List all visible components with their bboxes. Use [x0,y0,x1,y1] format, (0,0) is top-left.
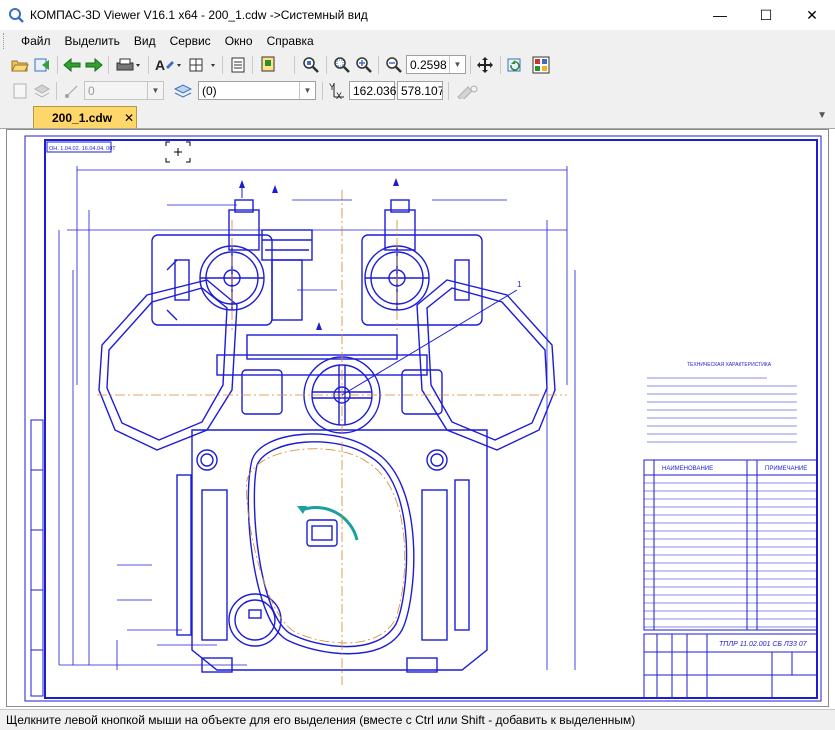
chevron-down-icon[interactable]: ▼ [449,56,465,73]
left-strip [30,419,44,697]
zoom-fit-icon[interactable] [300,55,322,75]
coord-y-field[interactable]: 578.1078 [397,81,443,100]
leader-label-1: 1 [517,280,522,289]
drawing-canvas[interactable]: ОН. 1.04.02. 16.04.04. 00Т 1 ТЕХНИЧЕСКАЯ… [6,129,829,707]
back-arrow-icon[interactable] [62,55,82,75]
outer-frame [24,135,822,702]
compressor-assembly [98,199,556,673]
chevron-down-icon: ▼ [147,82,163,99]
menu-grip [3,33,8,49]
current-state-toolbar: 0 ▼ (0) ▼ YX 162.036 578.1078 [0,78,835,104]
layer-number-value: 0 [88,83,95,98]
text-style-icon[interactable]: A [153,55,183,75]
properties-icon[interactable] [228,55,248,75]
menu-service[interactable]: Сервис [163,34,218,48]
title-bar: КОМПАС-3D Viewer V16.1 x64 - 200_1.cdw -… [0,0,835,30]
parts-header-name: НАИМЕНОВАНИЕ [662,466,713,472]
cursor-snap-icon [455,81,485,101]
parts-list-table [643,459,818,631]
pan-icon[interactable] [474,55,496,75]
sheet-icon [10,81,30,101]
corner-stamp-text: ОН. 1.04.02. 16.04.04. 00Т [49,146,116,152]
parts-rows [644,482,817,628]
tech-characteristics: ТЕХНИЧЕСКАЯ ХАРАКТЕРИСТИКА [647,362,797,443]
standard-toolbar: A 0.2598 ▼ [0,52,835,78]
layer-stack-icon [32,81,52,101]
current-view-value: (0) [202,83,217,98]
tech-heading: ТЕХНИЧЕСКАЯ ХАРАКТЕРИСТИКА [687,362,772,368]
svg-text:X: X [336,91,342,101]
title-block-code: ТПЛР 11.02.001 СБ ЛЗ3 07 [719,641,808,648]
layer-number-combo: 0 ▼ [84,81,164,100]
menu-bar: Файл Выделить Вид Сервис Окно Справка [0,30,835,52]
kompas-app-icon [9,8,24,23]
status-bar: Щелкните левой кнопкой мыши на объекте д… [0,709,835,730]
coordinates-icon: YX [327,81,347,101]
refresh-icon[interactable] [504,55,526,75]
zoom-out-icon[interactable] [353,55,375,75]
zoom-scale-value: 0.2598 [410,57,447,72]
print-icon[interactable] [114,55,142,75]
svg-text:A: A [155,57,165,73]
maximize-button[interactable]: ☐ [743,0,789,30]
layers-color-icon[interactable] [530,55,552,75]
close-button[interactable]: ✕ [789,0,835,30]
dimension-lines [58,166,576,670]
canvas-cursor-icon [165,141,191,163]
center-lines [97,190,567,685]
close-tab-icon[interactable]: ✕ [124,111,134,125]
zoom-scale-icon[interactable] [383,55,405,75]
menu-select[interactable]: Выделить [58,34,127,48]
forward-arrow-icon[interactable] [84,55,104,75]
coord-x-value: 162.036 [353,83,397,98]
parts-header-note: ПРИМЕЧАНИЕ [765,466,807,472]
tab-list-arrow-icon[interactable]: ▼ [817,110,827,121]
menu-file[interactable]: Файл [14,34,58,48]
view-manager-icon[interactable] [258,55,280,75]
current-view-combo[interactable]: (0) ▼ [198,81,316,100]
coord-y-value: 578.1078 [401,83,442,98]
menu-window[interactable]: Окно [218,34,260,48]
status-text: Щелкните левой кнопкой мыши на объекте д… [6,713,636,727]
menu-help[interactable]: Справка [260,34,321,48]
tab-200-1-cdw[interactable]: 200_1.cdw ✕ [33,106,137,128]
open-recent-icon[interactable] [32,55,52,75]
minimize-button[interactable]: — [697,0,743,30]
zoom-scale-combo[interactable]: 0.2598 ▼ [406,55,466,74]
snap-icon [62,81,82,101]
grid-icon[interactable] [187,55,217,75]
window-title: КОМПАС-3D Viewer V16.1 x64 - 200_1.cdw -… [30,8,368,22]
chevron-down-icon[interactable]: ▼ [299,82,315,99]
document-tabs: 200_1.cdw ✕ ▼ [0,104,835,129]
inner-frame [44,139,818,699]
zoom-in-icon[interactable] [331,55,353,75]
drawing-sheet: ОН. 1.04.02. 16.04.04. 00Т 1 ТЕХНИЧЕСКАЯ… [24,135,822,702]
view-layers-icon[interactable] [172,81,194,101]
open-icon[interactable] [10,55,30,75]
rotation-arrow [301,506,359,541]
coord-x-field[interactable]: 162.036 [349,81,397,100]
menu-view[interactable]: Вид [127,34,163,48]
tab-label: 200_1.cdw [52,110,113,125]
